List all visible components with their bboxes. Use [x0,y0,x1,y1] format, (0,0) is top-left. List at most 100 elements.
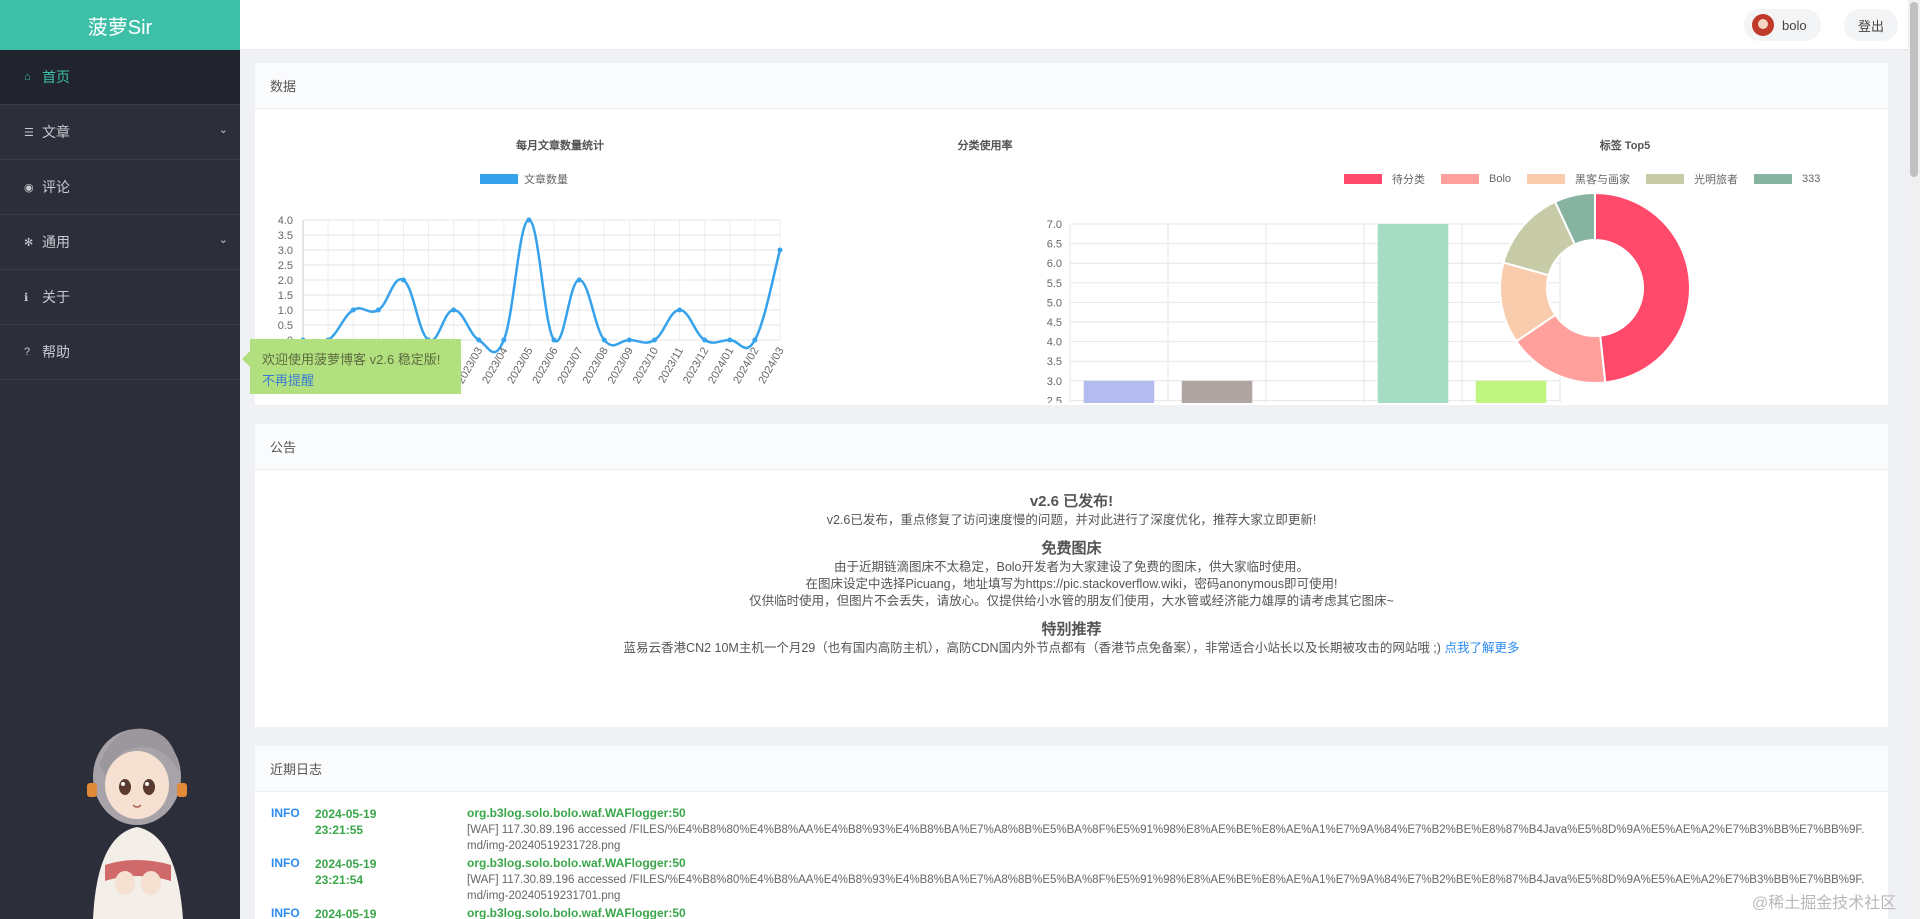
log-date: 2024-05-19 [315,857,377,871]
legend-swatch [1441,174,1479,184]
log-message: [WAF] 117.30.89.196 accessed /FILES/%E4%… [467,824,1865,852]
data-point [601,337,607,343]
sidebar-item-3[interactable]: ✻ 通用 ⌄ [0,215,240,270]
sidebar-item-1[interactable]: ☰ 文章 ⌄ [0,105,240,160]
sidebar-item-label: 帮助 [42,344,70,360]
log-source: org.b3log.solo.bolo.waf.WAFlogger:50 [467,906,686,919]
logout-button[interactable]: 登出 [1844,9,1899,41]
log-time-of-day: 23:21:54 [315,873,364,887]
list-icon: ☰ [24,126,34,139]
notice-card: 公告 v2.6 已发布! v2.6已发布，重点修复了访问速度慢的问题，并对此进行… [255,424,1888,727]
username: bolo [1782,17,1807,33]
y-tick-label: 5.5 [1047,278,1062,290]
y-tick-label: 3.5 [278,230,293,242]
sidebar-item-label: 首页 [42,69,70,85]
data-point [576,277,582,283]
sidebar-nav: ⌂ 首页 ☰ 文章 ⌄ ◉ 评论 ✻ 通用 ⌄ ℹ 关于? 帮助 [0,50,240,380]
notice-text-recommend: 蓝易云香港CN2 10M主机一个月29（也有国内高防主机），高防CDN国内外节点… [255,640,1888,657]
notice-text-imagebed-2: 在图床设定中选择Picuang，地址填写为https://pic.stackov… [805,577,1338,591]
sidebar-item-0[interactable]: ⌂ 首页 [0,50,240,105]
sidebar-item-label: 评论 [42,179,70,195]
user-avatar [1752,14,1774,36]
scrollbar-thumb[interactable] [1910,2,1918,177]
data-point [727,337,733,343]
notice-body: v2.6 已发布! v2.6已发布，重点修复了访问速度慢的问题，并对此进行了深度… [255,470,1888,657]
log-level: INFO [271,906,300,919]
y-tick-label: 3.0 [278,245,293,257]
data-point [777,247,783,253]
line-chart-title: 每月文章数量统计 [516,140,604,152]
notice-card-title: 公告 [255,424,1888,470]
notice-heading-release: v2.6 已发布! [1029,493,1114,510]
log-message: [WAF] 117.30.89.196 accessed /FILES/%E4%… [467,874,1865,902]
log-date: 2024-05-19 [315,807,377,821]
y-tick-label: 4.0 [278,215,293,227]
notice-recommend-text: 蓝易云香港CN2 10M主机一个月29（也有国内高防主机），高防CDN国内外节点… [623,641,1441,655]
y-tick-label: 5.0 [1047,297,1062,309]
sidebar-item-2[interactable]: ◉ 评论 [0,160,240,215]
bar [1377,224,1449,403]
help-icon: ? [24,346,31,358]
welcome-tip: 欢迎使用菠萝博客 v2.6 稳定版! 不再提醒 [242,339,461,394]
pie-chart [1499,191,1691,384]
data-card-title: 数据 [255,63,1888,109]
sidebar: 菠萝Sir ⌂ 首页 ☰ 文章 ⌄ ◉ 评论 ✻ 通用 ⌄ ℹ 关于? 帮助 [0,0,240,919]
y-tick-label: 1.5 [278,290,293,302]
data-point [651,337,657,343]
data-point [626,337,632,343]
y-tick-label: 3.5 [1047,356,1062,368]
y-tick-label: 6.5 [1047,239,1062,251]
top-bar: bolo 登出 [240,0,1908,50]
watermark-text: @稀土掘金技术社区 [1752,895,1897,912]
sidebar-item-label: 文章 [42,124,70,140]
user-menu[interactable]: bolo [1744,9,1821,41]
log-timestamp: 2024-05-19 [315,906,405,919]
learn-more-link[interactable]: 点我了解更多 [1444,641,1519,655]
bar-chart: 2.02.53.03.54.04.55.05.56.06.57.0再见江湖感想坏… [1047,219,1561,403]
bar [1181,380,1253,403]
log-timestamp: 2024-05-19 23:21:55 [315,806,405,838]
logs-card-title: 近期日志 [255,746,1888,792]
log-timestamp: 2024-05-19 23:21:54 [315,856,405,888]
sidebar-item-5[interactable]: ? 帮助 [0,325,240,380]
y-tick-label: 7.0 [1047,219,1062,231]
y-tick-label: 4.0 [1047,337,1062,349]
data-point [451,307,457,313]
home-icon: ⌂ [24,71,31,83]
bar [1083,380,1155,403]
data-point [375,307,381,313]
bar-chart-title: 分类使用率 [957,140,1013,152]
legend-label[interactable]: 待分类 [1392,171,1425,187]
data-point [400,277,406,283]
sidebar-item-label: 通用 [42,234,70,250]
log-level: INFO [271,856,300,870]
series-line [302,218,782,354]
gear-icon: ✻ [24,236,34,249]
notice-heading-recommend: 特别推荐 [1041,621,1102,638]
sidebar-item-label: 关于 [42,289,70,305]
brand-logo[interactable]: 菠萝Sir [0,0,240,50]
dismiss-tip-link[interactable]: 不再提醒 [262,370,449,389]
data-card: 数据 每月文章数量统计 文章数量 00.51.01.52.02.53.03.54… [255,63,1888,405]
data-point [677,307,683,313]
y-tick-label: 2.0 [278,275,293,287]
data-point [702,337,708,343]
notice-heading-imagebed: 免费图床 [1041,540,1102,557]
y-tick-label: 2.5 [1047,395,1062,403]
log-source: org.b3log.solo.bolo.waf.WAFlogger:50 [467,856,686,870]
log-source: org.b3log.solo.bolo.waf.WAFlogger:50 [467,806,686,820]
notice-text-imagebed-1: 由于近期链滴图床不太稳定，Bolo开发者为大家建设了免费的图床，供大家临时使用。 [833,560,1310,574]
y-tick-label: 0.5 [278,320,293,332]
welcome-tip-text: 欢迎使用菠萝博客 v2.6 稳定版! [262,352,441,367]
log-date: 2024-05-19 [315,907,377,919]
info-icon: ℹ [24,291,29,304]
sidebar-item-4[interactable]: ℹ 关于 [0,270,240,325]
data-point [350,307,356,313]
notice-text-release: v2.6已发布，重点修复了访问速度慢的问题，并对此进行了深度优化，推荐大家立即更… [826,513,1317,527]
legend-label[interactable]: 333 [1802,173,1820,185]
y-tick-label: 4.5 [1047,317,1062,329]
logs-card: 近期日志 INFO 2024-05-19 23:21:55 org.b3log.sol… [255,746,1888,919]
log-time-of-day: 23:21:55 [315,823,364,837]
chevron-down-icon: ⌄ [218,234,228,246]
log-level: INFO [271,806,300,820]
